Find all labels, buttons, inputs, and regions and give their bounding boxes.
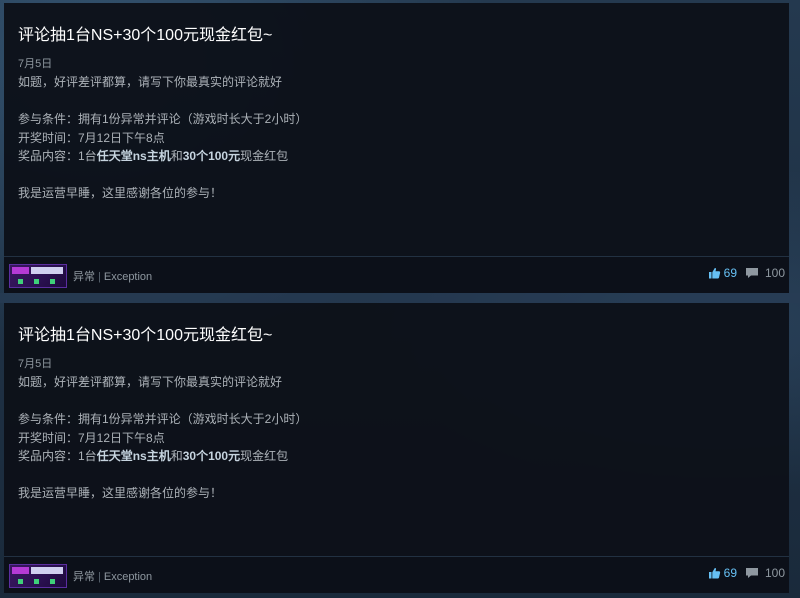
announcement-post[interactable]: 评论抽1台NS+30个100元现金红包~ 7月5日 如题，好评差评都算，请写下你…: [4, 3, 789, 293]
thumbs-up-icon: [708, 267, 720, 279]
exception-logo-icon[interactable]: [9, 264, 67, 288]
post-title[interactable]: 评论抽1台NS+30个100元现金红包~: [18, 21, 272, 45]
exception-logo-icon[interactable]: [9, 564, 67, 588]
post-date: 7月5日: [18, 58, 53, 70]
body-line: 如题，好评差评都算，请写下你最真实的评论就好: [18, 75, 283, 89]
like-count: 69: [723, 566, 737, 580]
body-line: 奖品内容：1台任天堂ns主机和30个100元现金红包: [18, 449, 289, 463]
body-line: 我是运营早睡，这里感谢各位的参与！: [18, 186, 223, 200]
comment-bubble-icon: [745, 568, 758, 578]
comment-count: 100: [764, 266, 785, 280]
comment-button[interactable]: 100: [745, 266, 785, 280]
author-name[interactable]: 异常 | Exception: [73, 568, 152, 584]
body-line: 我是运营早睡，这里感谢各位的参与！: [18, 486, 223, 500]
body-line: 奖品内容：1台任天堂ns主机和30个100元现金红包: [18, 149, 289, 163]
body-line: 参与条件：拥有1份异常并评论（游戏时长大于2小时）: [18, 412, 308, 426]
like-button[interactable]: 69: [708, 566, 737, 580]
thumbs-up-icon: [708, 567, 720, 579]
comment-button[interactable]: 100: [745, 566, 785, 580]
body-line: 开奖时间：7月12日下午8点: [18, 130, 165, 145]
body-line: 开奖时间：7月12日下午8点: [18, 430, 165, 445]
author-name[interactable]: 异常 | Exception: [73, 268, 152, 284]
body-line: 参与条件：拥有1份异常并评论（游戏时长大于2小时）: [18, 112, 308, 126]
like-button[interactable]: 69: [708, 266, 737, 280]
comment-bubble-icon: [745, 268, 758, 278]
comment-count: 100: [764, 566, 785, 580]
post-footer: 异常 | Exception 69 100: [4, 556, 789, 593]
post-body: 如题，好评差评都算，请写下你最真实的评论就好 参与条件：拥有1份异常并评论（游戏…: [18, 373, 307, 503]
post-body: 如题，好评差评都算，请写下你最真实的评论就好 参与条件：拥有1份异常并评论（游戏…: [18, 73, 307, 203]
post-footer: 异常 | Exception 69 100: [4, 256, 789, 293]
like-count: 69: [723, 266, 737, 280]
body-line: 如题，好评差评都算，请写下你最真实的评论就好: [18, 375, 283, 389]
post-divider: [0, 293, 800, 303]
post-title[interactable]: 评论抽1台NS+30个100元现金红包~: [18, 321, 272, 345]
announcement-post[interactable]: 评论抽1台NS+30个100元现金红包~ 7月5日 如题，好评差评都算，请写下你…: [4, 303, 789, 593]
post-date: 7月5日: [18, 358, 53, 370]
